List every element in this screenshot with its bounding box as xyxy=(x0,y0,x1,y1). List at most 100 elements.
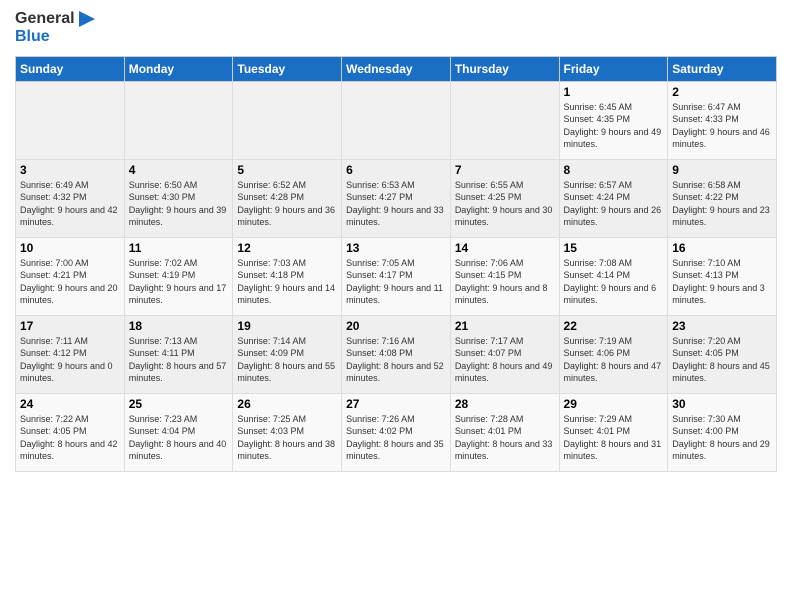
day-number: 22 xyxy=(564,319,664,333)
calendar-cell: 7Sunrise: 6:55 AM Sunset: 4:25 PM Daylig… xyxy=(450,159,559,237)
day-number: 2 xyxy=(672,85,772,99)
day-info: Sunrise: 7:08 AM Sunset: 4:14 PM Dayligh… xyxy=(564,257,664,307)
calendar-cell: 17 Sunrise: 7:11 AM Sunset: 4:12 PM Dayli… xyxy=(16,315,125,393)
day-info: Sunrise: 7:26 AM Sunset: 4:02 PM Dayligh… xyxy=(346,413,446,463)
weekday-header-sunday: Sunday xyxy=(16,56,125,81)
day-info: Sunrise: 7:28 AM Sunset: 4:01 PM Dayligh… xyxy=(455,413,555,463)
day-number: 8 xyxy=(564,163,664,177)
day-number: 28 xyxy=(455,397,555,411)
day-info: Sunrise: 7:23 AM Sunset: 4:04 PM Dayligh… xyxy=(129,413,229,463)
calendar-cell: 21 Sunrise: 7:17 AM Sunset: 4:07 PM Dayli… xyxy=(450,315,559,393)
day-number: 20 xyxy=(346,319,446,333)
day-number: 26 xyxy=(237,397,337,411)
calendar-cell: 12 Sunrise: 7:03 AM Sunset: 4:18 PM Dayli… xyxy=(233,237,342,315)
logo-blue-text: Blue xyxy=(15,28,97,46)
weekday-header-monday: Monday xyxy=(124,56,233,81)
logo-general-text: General xyxy=(15,10,75,28)
day-info: Sunrise: 7:25 AM Sunset: 4:03 PM Dayligh… xyxy=(237,413,337,463)
day-number: 21 xyxy=(455,319,555,333)
calendar-cell: 16 Sunrise: 7:10 AM Sunset: 4:13 PM Dayli… xyxy=(668,237,777,315)
day-info: Sunrise: 7:16 AM Sunset: 4:08 PM Dayligh… xyxy=(346,335,446,385)
calendar-cell xyxy=(450,81,559,159)
day-number: 23 xyxy=(672,319,772,333)
day-number: 11 xyxy=(129,241,229,255)
weekday-header-friday: Friday xyxy=(559,56,668,81)
calendar-cell: 2Sunrise: 6:47 AM Sunset: 4:33 PM Daylig… xyxy=(668,81,777,159)
logo-flag-icon xyxy=(77,10,97,28)
calendar-cell xyxy=(124,81,233,159)
day-info: Sunrise: 6:57 AM Sunset: 4:24 PM Dayligh… xyxy=(564,179,664,229)
day-info: Sunrise: 7:22 AM Sunset: 4:05 PM Dayligh… xyxy=(20,413,120,463)
day-info: Sunrise: 6:49 AM Sunset: 4:32 PM Dayligh… xyxy=(20,179,120,229)
weekday-header-thursday: Thursday xyxy=(450,56,559,81)
day-number: 1 xyxy=(564,85,664,99)
calendar-cell: 19 Sunrise: 7:14 AM Sunset: 4:09 PM Dayli… xyxy=(233,315,342,393)
day-number: 7 xyxy=(455,163,555,177)
day-number: 4 xyxy=(129,163,229,177)
calendar-cell: 23Sunrise: 7:20 AM Sunset: 4:05 PM Dayli… xyxy=(668,315,777,393)
calendar-week-row: 3 Sunrise: 6:49 AM Sunset: 4:32 PM Daylig… xyxy=(16,159,777,237)
day-info: Sunrise: 7:06 AM Sunset: 4:15 PM Dayligh… xyxy=(455,257,555,307)
calendar-cell: 22 Sunrise: 7:19 AM Sunset: 4:06 PM Dayli… xyxy=(559,315,668,393)
calendar-cell: 3 Sunrise: 6:49 AM Sunset: 4:32 PM Daylig… xyxy=(16,159,125,237)
day-info: Sunrise: 7:10 AM Sunset: 4:13 PM Dayligh… xyxy=(672,257,772,307)
header: General Blue xyxy=(15,10,777,46)
calendar-cell xyxy=(16,81,125,159)
calendar-cell: 14 Sunrise: 7:06 AM Sunset: 4:15 PM Dayli… xyxy=(450,237,559,315)
day-number: 29 xyxy=(564,397,664,411)
day-info: Sunrise: 7:29 AM Sunset: 4:01 PM Dayligh… xyxy=(564,413,664,463)
calendar-cell: 8 Sunrise: 6:57 AM Sunset: 4:24 PM Daylig… xyxy=(559,159,668,237)
weekday-header-wednesday: Wednesday xyxy=(342,56,451,81)
day-info: Sunrise: 7:13 AM Sunset: 4:11 PM Dayligh… xyxy=(129,335,229,385)
day-number: 24 xyxy=(20,397,120,411)
day-number: 5 xyxy=(237,163,337,177)
day-info: Sunrise: 7:17 AM Sunset: 4:07 PM Dayligh… xyxy=(455,335,555,385)
day-info: Sunrise: 7:14 AM Sunset: 4:09 PM Dayligh… xyxy=(237,335,337,385)
main-container: General Blue SundayMondayTuesdayWednesda… xyxy=(0,0,792,482)
weekday-header-row: SundayMondayTuesdayWednesdayThursdayFrid… xyxy=(16,56,777,81)
calendar-cell: 5 Sunrise: 6:52 AM Sunset: 4:28 PM Daylig… xyxy=(233,159,342,237)
day-info: Sunrise: 7:19 AM Sunset: 4:06 PM Dayligh… xyxy=(564,335,664,385)
day-number: 12 xyxy=(237,241,337,255)
day-number: 18 xyxy=(129,319,229,333)
day-number: 16 xyxy=(672,241,772,255)
weekday-header-saturday: Saturday xyxy=(668,56,777,81)
calendar-cell: 1 Sunrise: 6:45 AM Sunset: 4:35 PM Daylig… xyxy=(559,81,668,159)
calendar-cell: 10 Sunrise: 7:00 AM Sunset: 4:21 PM Dayli… xyxy=(16,237,125,315)
calendar-week-row: 1 Sunrise: 6:45 AM Sunset: 4:35 PM Daylig… xyxy=(16,81,777,159)
calendar-week-row: 17 Sunrise: 7:11 AM Sunset: 4:12 PM Dayli… xyxy=(16,315,777,393)
day-info: Sunrise: 7:30 AM Sunset: 4:00 PM Dayligh… xyxy=(672,413,772,463)
day-info: Sunrise: 7:11 AM Sunset: 4:12 PM Dayligh… xyxy=(20,335,120,385)
calendar-cell: 9 Sunrise: 6:58 AM Sunset: 4:22 PM Daylig… xyxy=(668,159,777,237)
calendar-cell: 30 Sunrise: 7:30 AM Sunset: 4:00 PM Dayli… xyxy=(668,393,777,471)
day-number: 9 xyxy=(672,163,772,177)
calendar-cell: 27Sunrise: 7:26 AM Sunset: 4:02 PM Dayli… xyxy=(342,393,451,471)
calendar-cell xyxy=(233,81,342,159)
calendar-cell: 29 Sunrise: 7:29 AM Sunset: 4:01 PM Dayli… xyxy=(559,393,668,471)
day-number: 10 xyxy=(20,241,120,255)
calendar-week-row: 10 Sunrise: 7:00 AM Sunset: 4:21 PM Dayli… xyxy=(16,237,777,315)
calendar-cell: 28 Sunrise: 7:28 AM Sunset: 4:01 PM Dayli… xyxy=(450,393,559,471)
calendar-week-row: 24 Sunrise: 7:22 AM Sunset: 4:05 PM Dayli… xyxy=(16,393,777,471)
day-info: Sunrise: 6:45 AM Sunset: 4:35 PM Dayligh… xyxy=(564,101,664,151)
day-number: 17 xyxy=(20,319,120,333)
day-info: Sunrise: 6:58 AM Sunset: 4:22 PM Dayligh… xyxy=(672,179,772,229)
calendar-cell: 24 Sunrise: 7:22 AM Sunset: 4:05 PM Dayli… xyxy=(16,393,125,471)
calendar-cell xyxy=(342,81,451,159)
day-number: 3 xyxy=(20,163,120,177)
calendar-cell: 25Sunrise: 7:23 AM Sunset: 4:04 PM Dayli… xyxy=(124,393,233,471)
day-number: 15 xyxy=(564,241,664,255)
day-info: Sunrise: 7:00 AM Sunset: 4:21 PM Dayligh… xyxy=(20,257,120,307)
calendar-cell: 13Sunrise: 7:05 AM Sunset: 4:17 PM Dayli… xyxy=(342,237,451,315)
logo: General Blue xyxy=(15,10,97,46)
day-number: 19 xyxy=(237,319,337,333)
day-info: Sunrise: 6:52 AM Sunset: 4:28 PM Dayligh… xyxy=(237,179,337,229)
day-info: Sunrise: 7:05 AM Sunset: 4:17 PM Dayligh… xyxy=(346,257,446,307)
calendar-cell: 26 Sunrise: 7:25 AM Sunset: 4:03 PM Dayli… xyxy=(233,393,342,471)
calendar-cell: 18 Sunrise: 7:13 AM Sunset: 4:11 PM Dayli… xyxy=(124,315,233,393)
day-number: 30 xyxy=(672,397,772,411)
day-info: Sunrise: 7:03 AM Sunset: 4:18 PM Dayligh… xyxy=(237,257,337,307)
day-number: 14 xyxy=(455,241,555,255)
calendar-cell: 20 Sunrise: 7:16 AM Sunset: 4:08 PM Dayli… xyxy=(342,315,451,393)
day-info: Sunrise: 6:50 AM Sunset: 4:30 PM Dayligh… xyxy=(129,179,229,229)
